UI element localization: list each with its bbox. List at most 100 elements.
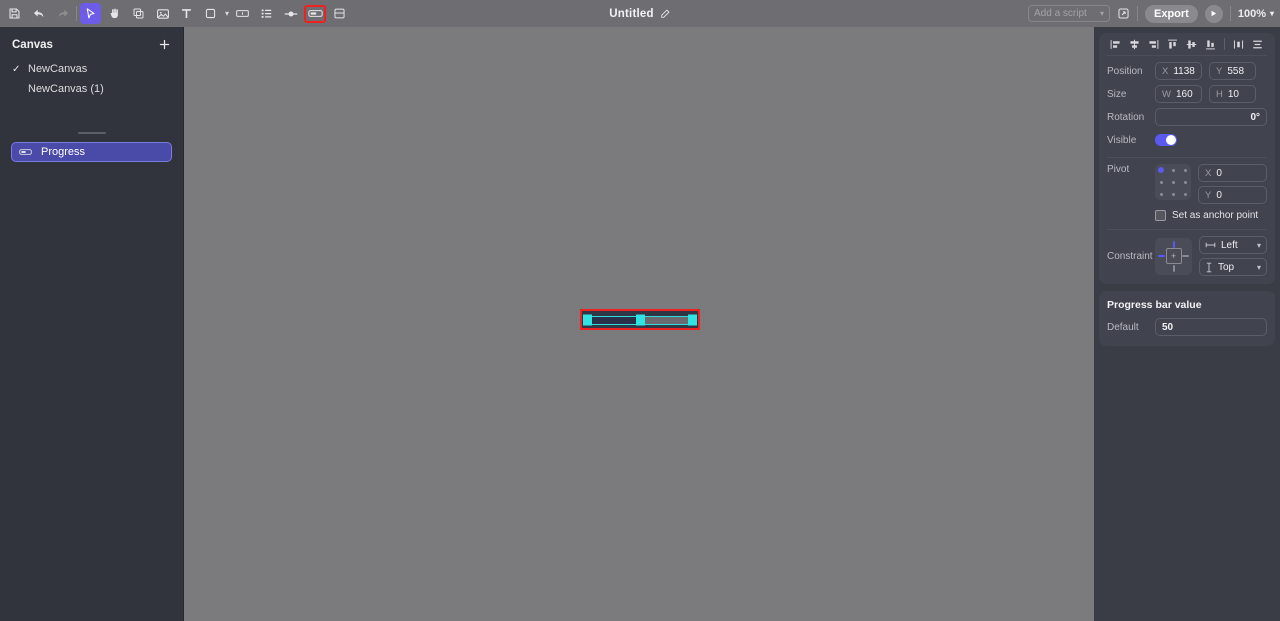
position-row: Position X 1138 Y 558 [1099, 62, 1275, 80]
slider-icon[interactable] [280, 3, 301, 24]
constraint-bar-left[interactable] [1158, 255, 1165, 257]
save-icon[interactable] [4, 3, 25, 24]
position-label: Position [1107, 65, 1143, 77]
pivot-y-value: 0 [1216, 189, 1222, 201]
canvas-section-title: Canvas [12, 38, 53, 51]
toolbar-divider-1 [76, 6, 77, 21]
size-width-field[interactable]: W 160 [1155, 85, 1202, 103]
zoom-level-label: 100% [1237, 7, 1266, 20]
image-icon[interactable] [152, 3, 173, 24]
canvas-item-label: NewCanvas [28, 63, 88, 75]
constraint-horizontal-select[interactable]: Left ▾ [1199, 236, 1267, 254]
canvas-list-item-newcanvas[interactable]: ✓ NewCanvas [0, 59, 183, 79]
canvas-list-item-newcanvas-1[interactable]: NewCanvas (1) [0, 79, 183, 99]
container-icon[interactable] [329, 3, 350, 24]
constraint-vertical-select[interactable]: Top ▾ [1199, 258, 1267, 276]
distribute-horizontal-icon[interactable] [1229, 35, 1248, 54]
size-w-axis-label: W [1162, 88, 1171, 100]
rotation-field[interactable]: 0° [1155, 108, 1267, 126]
align-right-icon[interactable] [1144, 35, 1163, 54]
default-value-text: 50 [1162, 321, 1174, 333]
align-vertical-center-icon[interactable] [1182, 35, 1201, 54]
constraint-bar-right[interactable] [1182, 255, 1189, 257]
select-tool-icon[interactable] [80, 3, 101, 24]
size-height-field[interactable]: H 10 [1209, 85, 1256, 103]
hand-tool-icon[interactable] [104, 3, 125, 24]
progress-bar-icon[interactable] [304, 4, 327, 23]
canvas-list: ✓ NewCanvas NewCanvas (1) [0, 59, 183, 99]
shape-chevron-down-icon[interactable]: ▾ [225, 9, 229, 18]
pivot-cell-top-center[interactable] [1171, 168, 1175, 172]
rotation-label: Rotation [1107, 111, 1145, 123]
frame-icon[interactable] [128, 3, 149, 24]
pencil-icon[interactable] [660, 8, 671, 19]
size-h-axis-label: H [1216, 88, 1223, 100]
canvas-workspace[interactable] [184, 27, 1094, 621]
undo-icon[interactable] [28, 3, 49, 24]
progress-value-title: Progress bar value [1107, 299, 1202, 311]
resize-handle-center[interactable] [636, 314, 645, 325]
script-select[interactable]: Add a script ▾ [1028, 5, 1110, 22]
pivot-label: Pivot [1107, 164, 1130, 175]
visible-toggle[interactable] [1155, 134, 1177, 146]
position-x-field[interactable]: X 1138 [1155, 62, 1202, 80]
card-divider-3 [1107, 229, 1267, 230]
pivot-cell-bottom-center[interactable] [1171, 192, 1175, 196]
left-sidebar: Canvas ✓ NewCanvas NewCanvas (1) Progres… [0, 27, 184, 621]
pivot-cell-middle-left[interactable] [1159, 180, 1163, 184]
rotation-row: Rotation 0° [1099, 108, 1275, 126]
constraint-bar-bottom[interactable] [1172, 264, 1175, 272]
check-icon: ✓ [12, 63, 21, 75]
plus-icon[interactable] [158, 38, 171, 51]
pivot-cell-top-left[interactable] [1158, 167, 1164, 173]
pivot-x-value: 0 [1216, 167, 1222, 179]
button-icon[interactable] [232, 3, 253, 24]
alignment-divider [1224, 38, 1225, 50]
list-icon[interactable] [256, 3, 277, 24]
pivot-cell-middle-right[interactable] [1183, 180, 1187, 184]
resize-handle-right[interactable] [688, 314, 697, 325]
pivot-cell-top-right[interactable] [1183, 168, 1187, 172]
layer-item-progress[interactable]: Progress [11, 142, 172, 162]
horizontal-constraint-icon [1205, 241, 1216, 249]
distribute-vertical-icon[interactable] [1248, 35, 1267, 54]
constraint-widget[interactable]: + [1155, 237, 1192, 275]
pivot-x-axis-label: X [1205, 167, 1212, 179]
properties-card: Position X 1138 Y 558 Size W 160 H 10 Ro… [1099, 33, 1275, 284]
redo-icon[interactable] [52, 3, 73, 24]
topbar-actions: Add a script ▾ Export 100% ▾ [1028, 0, 1274, 27]
shape-icon[interactable] [200, 3, 221, 24]
align-top-icon[interactable] [1163, 35, 1182, 54]
chevron-down-icon: ▾ [1256, 240, 1261, 250]
anchor-point-row[interactable]: Set as anchor point [1147, 210, 1275, 221]
pivot-cell-bottom-left[interactable] [1159, 192, 1163, 196]
visible-row: Visible [1099, 131, 1275, 149]
external-link-icon[interactable] [1117, 7, 1130, 20]
pivot-cell-bottom-right[interactable] [1183, 192, 1187, 196]
position-y-field[interactable]: Y 558 [1209, 62, 1256, 80]
text-icon[interactable] [176, 3, 197, 24]
default-value-field[interactable]: 50 [1155, 318, 1267, 336]
align-left-icon[interactable] [1106, 35, 1125, 54]
rotation-value: 0° [1250, 111, 1260, 123]
pivot-cell-middle-center[interactable] [1171, 180, 1175, 184]
position-x-value: 1138 [1173, 65, 1195, 77]
resize-handle-left[interactable] [583, 314, 592, 325]
pivot-x-field[interactable]: X 0 [1198, 164, 1267, 182]
constraint-center-box: + [1165, 248, 1182, 264]
pivot-y-field[interactable]: Y 0 [1198, 186, 1267, 204]
export-button[interactable]: Export [1145, 4, 1198, 23]
selected-progress-bar[interactable] [580, 309, 700, 330]
default-value-label: Default [1107, 321, 1139, 333]
topbar-divider-3 [1229, 6, 1231, 21]
constraint-bar-top[interactable] [1172, 240, 1175, 248]
play-icon[interactable] [1204, 4, 1223, 23]
canvas-item-label: NewCanvas (1) [28, 83, 104, 95]
pivot-y-axis-label: Y [1205, 189, 1212, 201]
align-bottom-icon[interactable] [1201, 35, 1220, 54]
anchor-point-checkbox[interactable] [1155, 210, 1166, 221]
zoom-control[interactable]: 100% ▾ [1238, 8, 1274, 20]
alignment-toolbar [1099, 33, 1275, 55]
align-horizontal-center-icon[interactable] [1125, 35, 1144, 54]
pivot-grid[interactable] [1155, 164, 1191, 200]
